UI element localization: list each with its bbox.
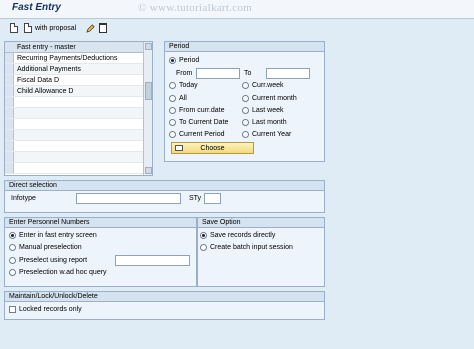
radio-button[interactable] [169, 107, 176, 114]
list-item[interactable]: Fiscal Data D [5, 75, 144, 86]
checkbox[interactable] [9, 306, 16, 313]
radio-button[interactable] [242, 82, 249, 89]
to-label: To [244, 70, 252, 77]
list-item[interactable]: Child Allowance D [5, 86, 144, 97]
watermark: © www.tutorialkart.com [138, 2, 253, 14]
list-item[interactable]: Additional Payments [5, 64, 144, 75]
radio-button[interactable] [169, 95, 176, 102]
row-selector[interactable] [5, 130, 14, 140]
enter-in-fast-entry-radio[interactable]: Enter in fast entry screen [9, 232, 97, 239]
radio-button[interactable] [169, 131, 176, 138]
adhoc-query-radio[interactable]: Preselection w.ad hoc query [9, 269, 107, 276]
radio-button-selected[interactable] [9, 232, 16, 239]
batch-input-session-radio[interactable]: Create batch input session [200, 244, 293, 251]
infotype-input[interactable] [76, 193, 181, 204]
personnel-numbers-title: Enter Personnel Numbers [5, 218, 196, 228]
last-month-radio[interactable]: Last month [242, 119, 287, 126]
radio-button[interactable] [242, 131, 249, 138]
trash-icon [99, 23, 107, 33]
list-header: Fast entry - master [5, 42, 144, 53]
radio-button[interactable] [169, 119, 176, 126]
save-option-panel: Save Option [197, 217, 325, 287]
subtype-input[interactable] [204, 193, 221, 204]
from-date-input[interactable] [196, 68, 240, 79]
row-selector[interactable] [5, 108, 14, 118]
curr-week-radio[interactable]: Curr.week [242, 82, 284, 89]
to-date-input[interactable] [266, 68, 310, 79]
save-records-directly-radio[interactable]: Save records directly [200, 232, 275, 239]
scroll-up-icon[interactable] [145, 43, 152, 50]
list-item-empty[interactable] [5, 119, 144, 130]
vertical-scrollbar[interactable] [143, 42, 152, 175]
current-period-radio[interactable]: Current Period [169, 131, 225, 138]
with-proposal-button[interactable]: with proposal [24, 22, 76, 34]
radio-button[interactable] [242, 95, 249, 102]
row-selector[interactable] [5, 53, 14, 63]
all-radio[interactable]: All [169, 95, 187, 102]
locked-records-checkbox[interactable]: Locked records only [9, 306, 82, 313]
fast-entry-list: Fast entry - master Recurring Payments/D… [4, 41, 153, 176]
pencil-icon [86, 23, 95, 33]
list-item-empty[interactable] [5, 141, 144, 152]
title-bar: Fast Entry © www.tutorialkart.com [0, 0, 474, 19]
preselect-report-radio[interactable]: Preselect using report [9, 257, 87, 264]
list-item-empty[interactable] [5, 97, 144, 108]
radio-button[interactable] [242, 119, 249, 126]
radio-button-selected[interactable] [200, 232, 207, 239]
radio-button[interactable] [9, 269, 16, 276]
report-input[interactable] [115, 255, 190, 266]
direct-selection-title: Direct selection [5, 181, 324, 191]
radio-button[interactable] [200, 244, 207, 251]
infotype-label: Infotype [11, 195, 36, 202]
to-current-date-radio[interactable]: To Current Date [169, 119, 228, 126]
row-selector[interactable] [5, 86, 14, 96]
choose-icon [175, 145, 183, 151]
radio-button[interactable] [242, 107, 249, 114]
edit-button[interactable] [86, 22, 95, 34]
new-document-button[interactable] [10, 22, 18, 34]
personnel-numbers-panel: Enter Personnel Numbers [4, 217, 197, 287]
row-selector[interactable] [5, 152, 14, 162]
radio-button[interactable] [9, 257, 16, 264]
choose-button[interactable]: Choose [171, 142, 254, 154]
radio-button-selected[interactable] [169, 57, 176, 64]
list-item[interactable]: Recurring Payments/Deductions [5, 53, 144, 64]
document-icon [10, 23, 18, 33]
maintain-title: Maintain/Lock/Unlock/Delete [5, 292, 324, 302]
page-title: Fast Entry [12, 2, 61, 13]
list-item-empty[interactable] [5, 163, 144, 174]
with-proposal-label: with proposal [35, 24, 77, 32]
list-item-empty[interactable] [5, 152, 144, 163]
period-title: Period [165, 42, 324, 52]
list-item-empty[interactable] [5, 108, 144, 119]
subtype-label: STy [189, 195, 202, 202]
row-selector[interactable] [5, 141, 14, 151]
manual-preselection-radio[interactable]: Manual preselection [9, 244, 82, 251]
current-year-radio[interactable]: Current Year [242, 131, 291, 138]
row-selector[interactable] [5, 97, 14, 107]
row-selector[interactable] [5, 163, 14, 173]
radio-button[interactable] [169, 82, 176, 89]
row-selector[interactable] [5, 119, 14, 129]
save-option-title: Save Option [198, 218, 324, 228]
today-radio[interactable]: Today [169, 82, 198, 89]
scroll-down-icon[interactable] [145, 167, 152, 174]
period-radio[interactable]: Period [169, 57, 199, 64]
from-curr-date-radio[interactable]: From curr.date [169, 107, 225, 114]
scroll-thumb[interactable] [145, 82, 152, 100]
radio-button[interactable] [9, 244, 16, 251]
delete-button[interactable] [99, 22, 107, 34]
application-toolbar: with proposal [0, 19, 474, 37]
document-icon [24, 23, 32, 33]
current-month-radio[interactable]: Current month [242, 95, 297, 102]
last-week-radio[interactable]: Last week [242, 107, 284, 114]
row-selector[interactable] [5, 75, 14, 85]
from-label: From [176, 70, 193, 77]
row-selector[interactable] [5, 64, 14, 74]
list-item-empty[interactable] [5, 130, 144, 141]
